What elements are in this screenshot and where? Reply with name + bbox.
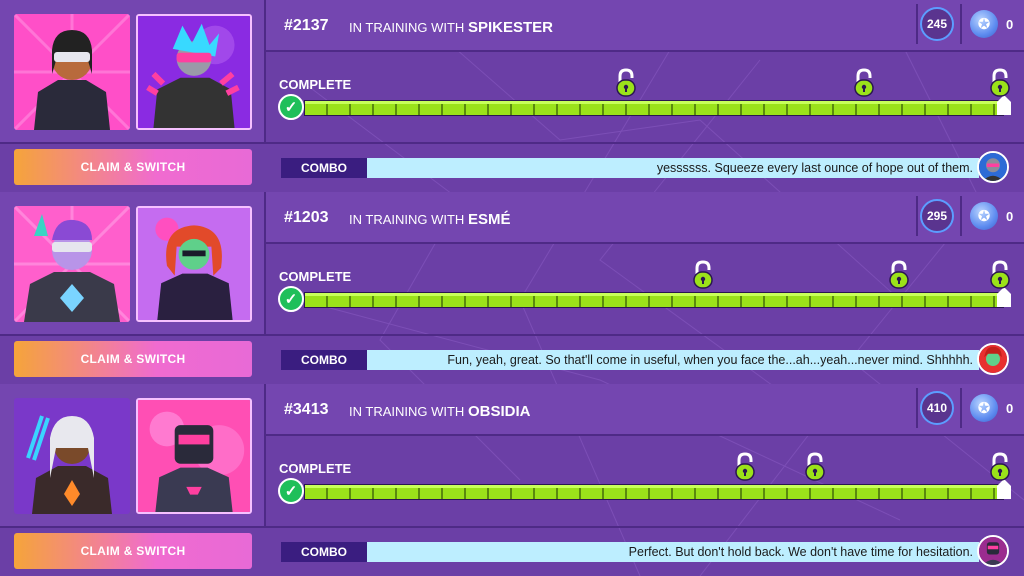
combo-tag: COMBO [281, 350, 367, 370]
training-entry: #1203 IN TRAINING WITH ESMÉ 295 ✪ 0 COMPL… [0, 192, 1024, 384]
entry-id: #2137 [284, 17, 329, 34]
training-text: IN TRAINING WITH SPIKESTER [349, 19, 553, 36]
training-prefix: IN TRAINING WITH [349, 404, 465, 419]
score-value: 410 [920, 391, 954, 425]
progress-row: COMPLETE ✓ [266, 244, 1024, 336]
entry-header: #3413 IN TRAINING WITH OBSIDIA 410 ✪ 0 [266, 384, 1024, 436]
combo-row: CLAIM & SWITCH COMBO yessssss. Squeeze e… [0, 144, 1024, 192]
entry-header: #1203 IN TRAINING WITH ESMÉ 295 ✪ 0 [266, 192, 1024, 244]
score-value: 295 [920, 199, 954, 233]
progress-fill [305, 101, 1003, 115]
progress-fill [305, 485, 1003, 499]
unlock-icon [990, 260, 1010, 290]
combo-message: Perfect. But don't hold back. We don't h… [367, 542, 979, 562]
score-box: 295 [916, 196, 956, 236]
portrait-card [0, 0, 266, 144]
progress-row: COMPLETE ✓ [266, 52, 1024, 144]
entry-header: #2137 IN TRAINING WITH SPIKESTER 245 ✪ 0 [266, 0, 1024, 52]
portrait-card [0, 192, 266, 336]
score-box: 245 [916, 4, 956, 44]
speaker-avatar[interactable] [977, 151, 1009, 183]
check-icon: ✓ [278, 94, 304, 120]
progress-bar [304, 95, 1011, 116]
progress-fill [305, 293, 1003, 307]
unlock-icon [735, 452, 755, 482]
progress-bar [304, 479, 1011, 500]
training-text: IN TRAINING WITH OBSIDIA [349, 403, 530, 420]
training-prefix: IN TRAINING WITH [349, 212, 465, 227]
unlock-icon [616, 68, 636, 98]
gem-count: 0 [1006, 400, 1014, 416]
bar-end-marker [997, 95, 1011, 115]
gem-count: 0 [1006, 208, 1014, 224]
bar-end-marker [997, 479, 1011, 499]
combo-message: Fun, yeah, great. So that'll come in use… [367, 350, 979, 370]
combo-row: CLAIM & SWITCH COMBO Fun, yeah, great. S… [0, 336, 1024, 384]
speaker-avatar[interactable] [977, 343, 1009, 375]
complete-label: COMPLETE [279, 461, 352, 476]
trainer-name: OBSIDIA [467, 403, 531, 420]
unlock-icon [990, 68, 1010, 98]
gem-box: ✪ 0 [960, 4, 1024, 44]
training-entry: #2137 IN TRAINING WITH SPIKESTER 245 ✪ 0 … [0, 0, 1024, 192]
star-gem-icon: ✪ [970, 10, 998, 38]
combo-row: CLAIM & SWITCH COMBO Perfect. But don't … [0, 528, 1024, 576]
training-text: IN TRAINING WITH ESMÉ [349, 211, 510, 228]
bar-end-marker [997, 287, 1011, 307]
check-icon: ✓ [278, 286, 304, 312]
gem-box: ✪ 0 [960, 196, 1024, 236]
claim-switch-button[interactable]: CLAIM & SWITCH [14, 341, 252, 377]
combo-message: yessssss. Squeeze every last ounce of ho… [367, 158, 979, 178]
gem-count: 0 [1006, 16, 1014, 32]
trainer-portrait[interactable] [136, 206, 252, 322]
training-prefix: IN TRAINING WITH [349, 20, 465, 35]
portrait-card [0, 384, 266, 528]
complete-label: COMPLETE [279, 77, 352, 92]
trainer-name: ESMÉ [467, 211, 511, 228]
combo-tag: COMBO [281, 158, 367, 178]
check-icon: ✓ [278, 478, 304, 504]
progress-bar [304, 287, 1011, 308]
star-gem-icon: ✪ [970, 394, 998, 422]
hero-portrait[interactable] [14, 206, 130, 322]
progress-row: COMPLETE ✓ [266, 436, 1024, 528]
speaker-avatar[interactable] [977, 535, 1009, 567]
hero-portrait[interactable] [14, 398, 130, 514]
entry-id: #3413 [284, 401, 329, 418]
gem-box: ✪ 0 [960, 388, 1024, 428]
hero-portrait[interactable] [14, 14, 130, 130]
complete-label: COMPLETE [279, 269, 352, 284]
trainer-portrait[interactable] [136, 14, 252, 130]
score-value: 245 [920, 7, 954, 41]
training-entry: #3413 IN TRAINING WITH OBSIDIA 410 ✪ 0 CO… [0, 384, 1024, 576]
unlock-icon [693, 260, 713, 290]
trainer-portrait[interactable] [136, 398, 252, 514]
claim-switch-button[interactable]: CLAIM & SWITCH [14, 149, 252, 185]
trainer-name: SPIKESTER [467, 19, 553, 36]
unlock-icon [805, 452, 825, 482]
unlock-icon [854, 68, 874, 98]
entry-id: #1203 [284, 209, 329, 226]
unlock-icon [990, 452, 1010, 482]
combo-tag: COMBO [281, 542, 367, 562]
unlock-icon [889, 260, 909, 290]
score-box: 410 [916, 388, 956, 428]
claim-switch-button[interactable]: CLAIM & SWITCH [14, 533, 252, 569]
star-gem-icon: ✪ [970, 202, 998, 230]
